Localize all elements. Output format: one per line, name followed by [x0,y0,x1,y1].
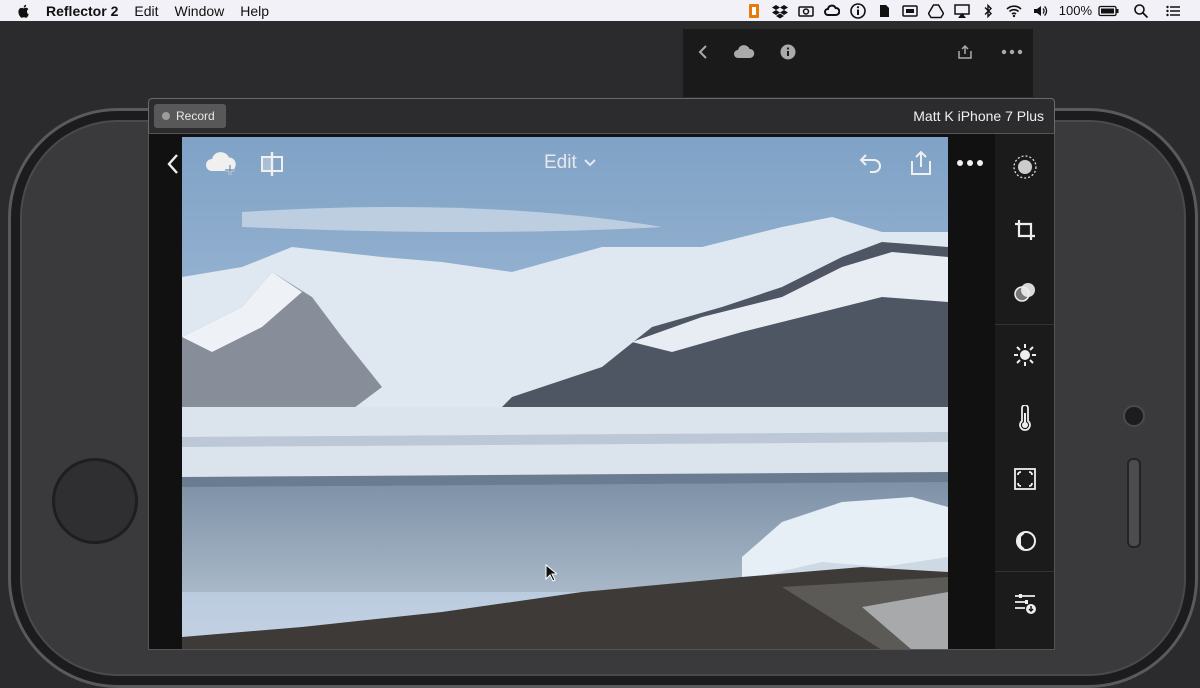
camera-icon[interactable] [793,0,819,21]
menu-edit[interactable]: Edit [134,3,158,19]
app-menu[interactable]: Reflector 2 [46,3,118,19]
divider [995,324,1054,325]
bluetooth-icon[interactable] [975,0,1001,21]
airplay-icon[interactable] [949,0,975,21]
dropbox-icon[interactable] [767,0,793,21]
crop-icon[interactable] [1012,217,1038,243]
share-icon[interactable] [954,41,976,63]
apple-icon[interactable] [16,3,32,19]
more-icon[interactable] [1001,41,1023,63]
edit-label: Edit [544,152,577,173]
evernote-icon[interactable] [871,0,897,21]
adjust-icon[interactable] [1012,591,1038,617]
more-icon[interactable] [956,158,984,168]
info-icon[interactable] [777,41,799,63]
info-icon[interactable] [845,0,871,21]
volume-icon[interactable] [1027,0,1053,21]
cloud-add-icon[interactable] [204,151,238,177]
undo-icon[interactable] [858,151,884,177]
optics-icon[interactable] [1012,528,1038,554]
background-app-toolbar [683,29,1033,97]
menu-bar: Reflector 2 Edit Window Help 100% [0,0,1200,21]
back-icon[interactable] [163,152,183,176]
color-icon[interactable] [1012,405,1038,431]
record-label: Record [176,109,215,123]
back-icon[interactable] [693,41,715,63]
status-tray: 100% [741,0,1186,21]
device-name: Matt K iPhone 7 Plus [913,108,1044,124]
spotlight-icon[interactable] [1128,0,1154,21]
battery-percent: 100% [1058,3,1092,18]
compare-icon[interactable] [260,151,284,177]
edit-mode-dropdown[interactable]: Edit [544,152,597,174]
selective-icon[interactable] [1012,154,1038,180]
divider [995,571,1054,572]
photo-canvas[interactable] [182,137,948,649]
creative-cloud-icon[interactable] [819,0,845,21]
drive-icon[interactable] [923,0,949,21]
mouse-cursor-icon [545,564,557,582]
edit-tools-sidebar [995,134,1054,649]
menu-window[interactable]: Window [174,3,224,19]
record-dot-icon [162,112,170,120]
chevron-down-icon [584,159,596,167]
battery-icon[interactable] [1096,0,1122,21]
lightroom-icon[interactable] [741,0,767,21]
record-button[interactable]: Record [154,104,226,128]
light-icon[interactable] [1012,342,1038,368]
camera-lens [1123,405,1145,427]
landscape-photo [182,137,948,649]
home-button [52,458,138,544]
presets-icon[interactable] [1012,279,1038,305]
screen-icon[interactable] [897,0,923,21]
notification-center-icon[interactable] [1160,0,1186,21]
cloud-icon[interactable] [733,41,755,63]
reflector-title-bar: Record Matt K iPhone 7 Plus [148,98,1055,134]
menu-help[interactable]: Help [240,3,269,19]
phone-screen: Edit [148,133,1055,650]
vignette-icon[interactable] [1012,466,1038,492]
speaker-grille [1127,458,1141,548]
wifi-icon[interactable] [1001,0,1027,21]
share-icon[interactable] [908,149,934,177]
